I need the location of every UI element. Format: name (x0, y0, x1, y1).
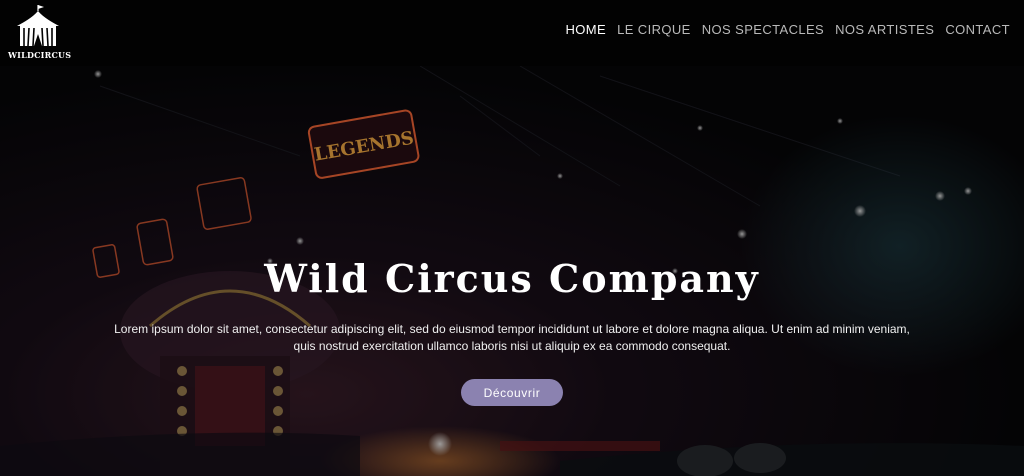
hero-section: LEGENDS Wild Circus Company Lorem ipsum … (0, 66, 1024, 476)
nav-item-home[interactable]: HOME (565, 22, 606, 37)
nav-item-le-cirque[interactable]: LE CIRQUE (617, 22, 691, 37)
hero-title: Wild Circus Company (264, 256, 760, 301)
discover-button[interactable]: Découvrir (461, 379, 563, 406)
circus-tent-icon (17, 5, 59, 47)
nav-item-nos-spectacles[interactable]: NOS SPECTACLES (702, 22, 824, 37)
navbar: WILDCIRCUS HOME LE CIRQUE NOS SPECTACLES… (0, 0, 1024, 66)
nav-item-nos-artistes[interactable]: NOS ARTISTES (835, 22, 934, 37)
hero-description: Lorem ipsum dolor sit amet, consectetur … (114, 322, 910, 353)
logo[interactable]: WILDCIRCUS (8, 4, 72, 60)
nav-item-contact[interactable]: CONTACT (945, 22, 1010, 37)
main-nav: HOME LE CIRQUE NOS SPECTACLES NOS ARTIST… (565, 22, 1010, 37)
brand-name: WILDCIRCUS (8, 50, 72, 60)
